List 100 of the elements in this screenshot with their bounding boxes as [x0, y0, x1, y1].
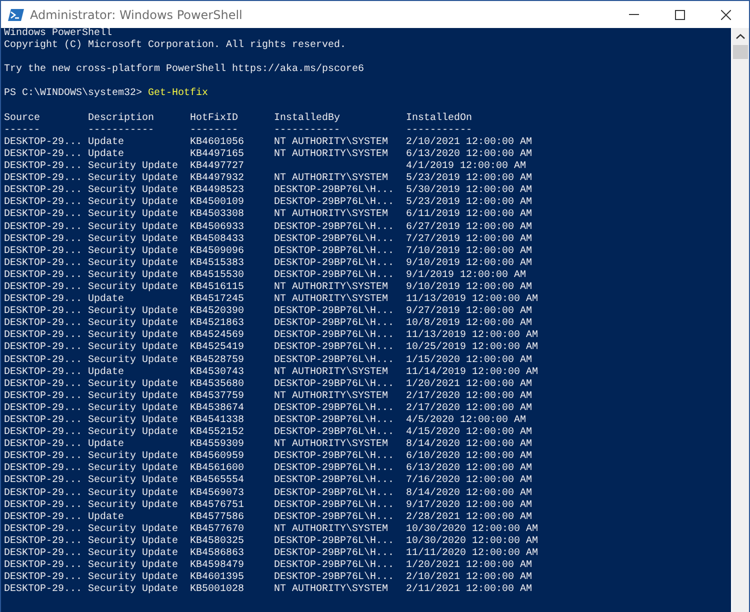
table-cell: DESKTOP-29... [4, 572, 82, 584]
table-cell: KB4500109 [190, 197, 244, 208]
table-cell: Security Update [88, 306, 178, 318]
table-cell: Update [88, 148, 124, 160]
table-cell: 2/10/2021 12:00:00 AM [406, 136, 532, 148]
table-cell: NT AUTHORITY\SYSTEM [274, 282, 388, 293]
table-cell: 2/17/2020 12:00:00 AM [406, 402, 532, 414]
table-cell: KB4598479 [190, 560, 244, 572]
table-cell: KB4541338 [190, 415, 244, 426]
table-cell: 9/27/2019 12:00:00 AM [406, 306, 532, 318]
table-cell: KB4498523 [190, 185, 244, 196]
table-cell: 9/10/2019 12:00:00 AM [406, 258, 532, 269]
table-cell: Security Update [88, 318, 178, 330]
table-cell: Security Update [88, 584, 178, 596]
table-cell: 4/15/2020 12:00:00 AM [406, 427, 532, 438]
column-rule: ----------- [406, 124, 472, 136]
table-cell: 7/10/2019 12:00:00 AM [406, 246, 532, 257]
table-cell: 6/27/2019 12:00:00 AM [406, 222, 532, 232]
table-cell: 7/16/2020 12:00:00 AM [406, 475, 532, 486]
table-cell: Security Update [88, 463, 178, 474]
table-cell: DESKTOP-29BP76L\H... [274, 270, 394, 281]
table-cell: DESKTOP-29... [4, 222, 82, 232]
table-cell: DESKTOP-29... [4, 306, 82, 318]
table-cell: KB4601056 [190, 136, 244, 148]
table-cell: 10/8/2019 12:00:00 AM [406, 318, 532, 330]
table-cell: Security Update [88, 560, 178, 572]
chevron-up-icon [736, 34, 745, 39]
table-cell: DESKTOP-29BP76L\H... [274, 475, 394, 486]
table-cell: 6/13/2020 12:00:00 AM [406, 463, 532, 474]
table-cell: DESKTOP-29BP76L\H... [274, 318, 394, 330]
table-cell: KB4520390 [190, 306, 244, 318]
maximize-icon [675, 10, 685, 20]
table-cell: 5/23/2019 12:00:00 AM [406, 173, 532, 184]
table-cell: Security Update [88, 185, 178, 196]
table-cell: Security Update [88, 378, 178, 390]
table-cell: Security Update [88, 500, 178, 511]
table-cell: DESKTOP-29... [4, 294, 82, 306]
table-cell: DESKTOP-29... [4, 330, 82, 342]
table-cell: 1/20/2021 12:00:00 AM [406, 560, 532, 572]
table-cell: DESKTOP-29... [4, 524, 82, 535]
table-cell: DESKTOP-29... [4, 439, 82, 450]
table-cell: DESKTOP-29BP76L\H... [274, 560, 394, 572]
table-cell: Update [88, 136, 124, 148]
table-cell: 5/30/2019 12:00:00 AM [406, 185, 532, 196]
table-cell: DESKTOP-29... [4, 246, 82, 257]
table-cell: DESKTOP-29BP76L\H... [274, 572, 394, 584]
table-cell: 5/23/2019 12:00:00 AM [406, 197, 532, 208]
table-cell: 9/10/2019 12:00:00 AM [406, 282, 532, 293]
table-cell: DESKTOP-29... [4, 560, 82, 572]
table-cell: DESKTOP-29... [4, 475, 82, 486]
table-cell: DESKTOP-29BP76L\H... [274, 500, 394, 511]
prompt-path: PS C:\WINDOWS\system32> [4, 88, 142, 100]
column-rule: ----------- [88, 124, 154, 136]
table-cell: KB4516115 [190, 282, 244, 293]
table-cell: DESKTOP-29... [4, 415, 82, 426]
table-cell: DESKTOP-29BP76L\H... [274, 246, 394, 257]
table-cell: NT AUTHORITY\SYSTEM [274, 524, 388, 535]
table-cell: DESKTOP-29... [4, 136, 82, 148]
table-cell: KB4586863 [190, 548, 244, 560]
table-cell: DESKTOP-29... [4, 402, 82, 414]
column-rule: -------- [190, 124, 238, 136]
table-cell: DESKTOP-29... [4, 318, 82, 330]
table-cell: NT AUTHORITY\SYSTEM [274, 136, 388, 148]
table-cell: KB4560959 [190, 451, 244, 462]
table-cell: DESKTOP-29... [4, 584, 82, 596]
table-cell: DESKTOP-29BP76L\H... [274, 234, 394, 245]
table-cell: 11/13/2019 12:00:00 AM [406, 294, 538, 306]
table-cell: DESKTOP-29BP76L\H... [274, 330, 394, 342]
table-cell: 6/10/2020 12:00:00 AM [406, 451, 532, 462]
table-cell: Security Update [88, 258, 178, 269]
table-cell: DESKTOP-29BP76L\H... [274, 415, 394, 426]
table-cell: KB4538674 [190, 402, 244, 414]
table-cell: KB4528759 [190, 354, 244, 366]
table-cell: DESKTOP-29... [4, 185, 82, 196]
table-cell: KB4601395 [190, 572, 244, 584]
table-cell: 8/14/2020 12:00:00 AM [406, 439, 532, 450]
table-cell: 2/28/2021 12:00:00 AM [406, 512, 532, 523]
table-cell: KB4569073 [190, 488, 244, 499]
table-cell: NT AUTHORITY\SYSTEM [274, 294, 388, 306]
table-cell: Update [88, 366, 124, 378]
table-cell: 6/13/2020 12:00:00 AM [406, 148, 532, 160]
table-cell: KB4559309 [190, 439, 244, 450]
table-cell: Security Update [88, 402, 178, 414]
table-cell: DESKTOP-29... [4, 282, 82, 293]
table-cell: DESKTOP-29... [4, 548, 82, 560]
table-cell: DESKTOP-29... [4, 270, 82, 281]
table-cell: Update [88, 439, 124, 450]
table-cell: DESKTOP-29... [4, 148, 82, 160]
table-cell: Security Update [88, 197, 178, 208]
table-cell: DESKTOP-29BP76L\H... [274, 258, 394, 269]
scrollbar-thumb[interactable] [733, 45, 748, 59]
table-cell: Security Update [88, 282, 178, 293]
table-cell: DESKTOP-29... [4, 258, 82, 269]
table-cell: DESKTOP-29BP76L\H... [274, 488, 394, 499]
column-header: InstalledOn [406, 112, 472, 124]
table-cell: NT AUTHORITY\SYSTEM [274, 390, 388, 402]
table-cell: DESKTOP-29BP76L\H... [274, 427, 394, 438]
table-cell: DESKTOP-29BP76L\H... [274, 354, 394, 366]
table-cell: Security Update [88, 246, 178, 257]
table-cell: DESKTOP-29... [4, 161, 82, 172]
